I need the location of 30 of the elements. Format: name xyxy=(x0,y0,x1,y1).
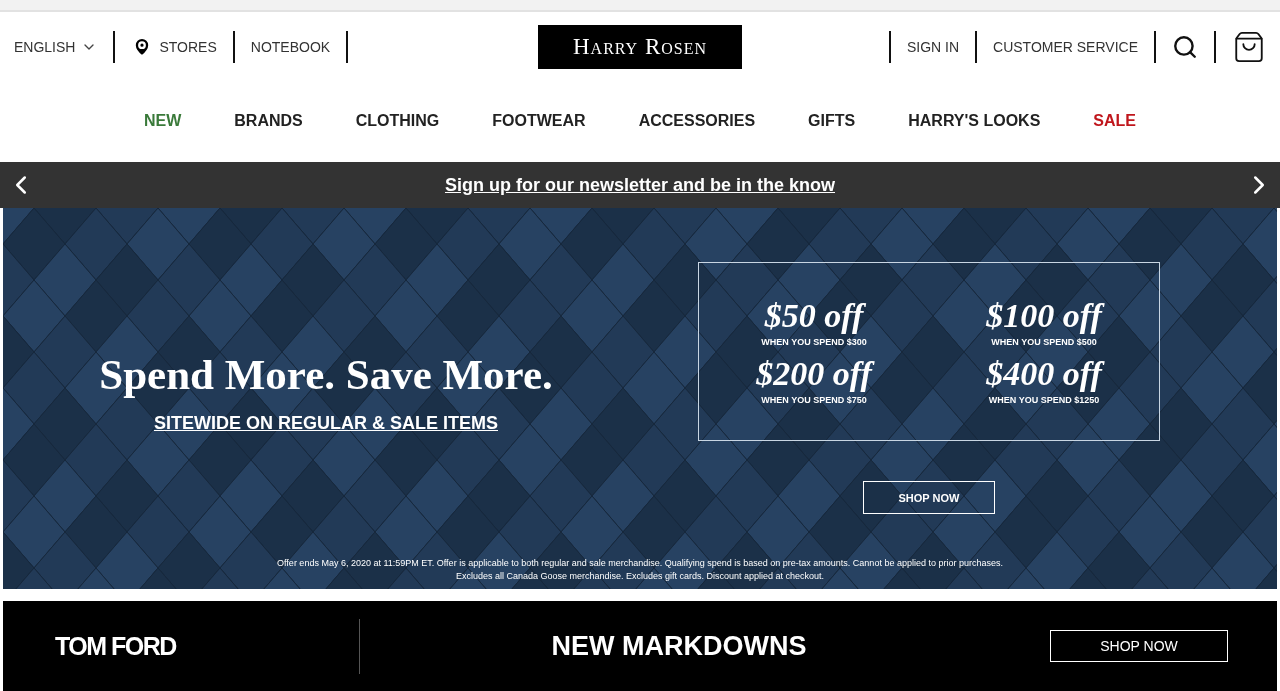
offer-disclaimer: Offer ends May 6, 2020 at 11:59PM ET. Offer is applicable to both regular and sale merchandise. Qualifying spend is based on pre-tax amounts. Cannot be applied to prior purchases. xyxy=(277,558,1003,568)
shop-now-button[interactable]: SHOP NOW xyxy=(863,481,995,514)
newsletter-link[interactable]: Sign up for our newsletter and be in the know xyxy=(445,174,835,196)
nav-link[interactable]: NEW xyxy=(144,112,182,130)
offer-condition: WHEN YOU SPEND $750 xyxy=(761,394,867,405)
nav-link[interactable]: FOOTWEAR xyxy=(492,112,586,130)
offer-condition: WHEN YOU SPEND $1250 xyxy=(988,394,1100,405)
hero-headline: Spend More. Save More. xyxy=(99,350,553,399)
promo-title: NEW MARKDOWNS xyxy=(359,618,818,674)
offer-condition: WHEN YOU SPEND $300 xyxy=(761,336,867,347)
offer-condition: WHEN YOU SPEND $500 xyxy=(991,336,1097,347)
language-selector[interactable]: ENGLISH xyxy=(14,39,98,55)
shop-now-button[interactable]: SHOP NOW xyxy=(1050,630,1228,662)
nav-link[interactable]: ACCESSORIES xyxy=(638,112,756,130)
nav-link[interactable]: HARRY'S LOOKS xyxy=(908,112,1041,130)
offer-amount: $50 off xyxy=(764,298,864,333)
brand-logo: TOM FORD xyxy=(55,631,178,661)
nav-link[interactable]: CLOTHING xyxy=(355,112,440,130)
sign-in-link[interactable]: SIGN IN xyxy=(906,39,960,55)
search-icon[interactable] xyxy=(1172,34,1198,60)
hero-subheadline-link[interactable]: SITEWIDE ON REGULAR & SALE ITEMS xyxy=(154,413,498,434)
stores-link[interactable]: STORES xyxy=(131,36,217,58)
nav-link[interactable]: BRANDS xyxy=(234,112,303,130)
offer-disclaimer: Excludes all Canada Goose merchandise. Excludes gift cards. Discount applied at checkout. xyxy=(455,571,825,581)
notebook-link[interactable]: NOTEBOOK xyxy=(250,39,331,55)
nav-link[interactable]: GIFTS xyxy=(808,112,856,130)
nav-link[interactable]: SALE xyxy=(1093,112,1136,130)
shopping-bag-icon[interactable] xyxy=(1232,30,1266,64)
logo[interactable]: Harry Rosen xyxy=(538,25,742,69)
customer-service-link[interactable]: CUSTOMER SERVICE xyxy=(993,39,1138,55)
